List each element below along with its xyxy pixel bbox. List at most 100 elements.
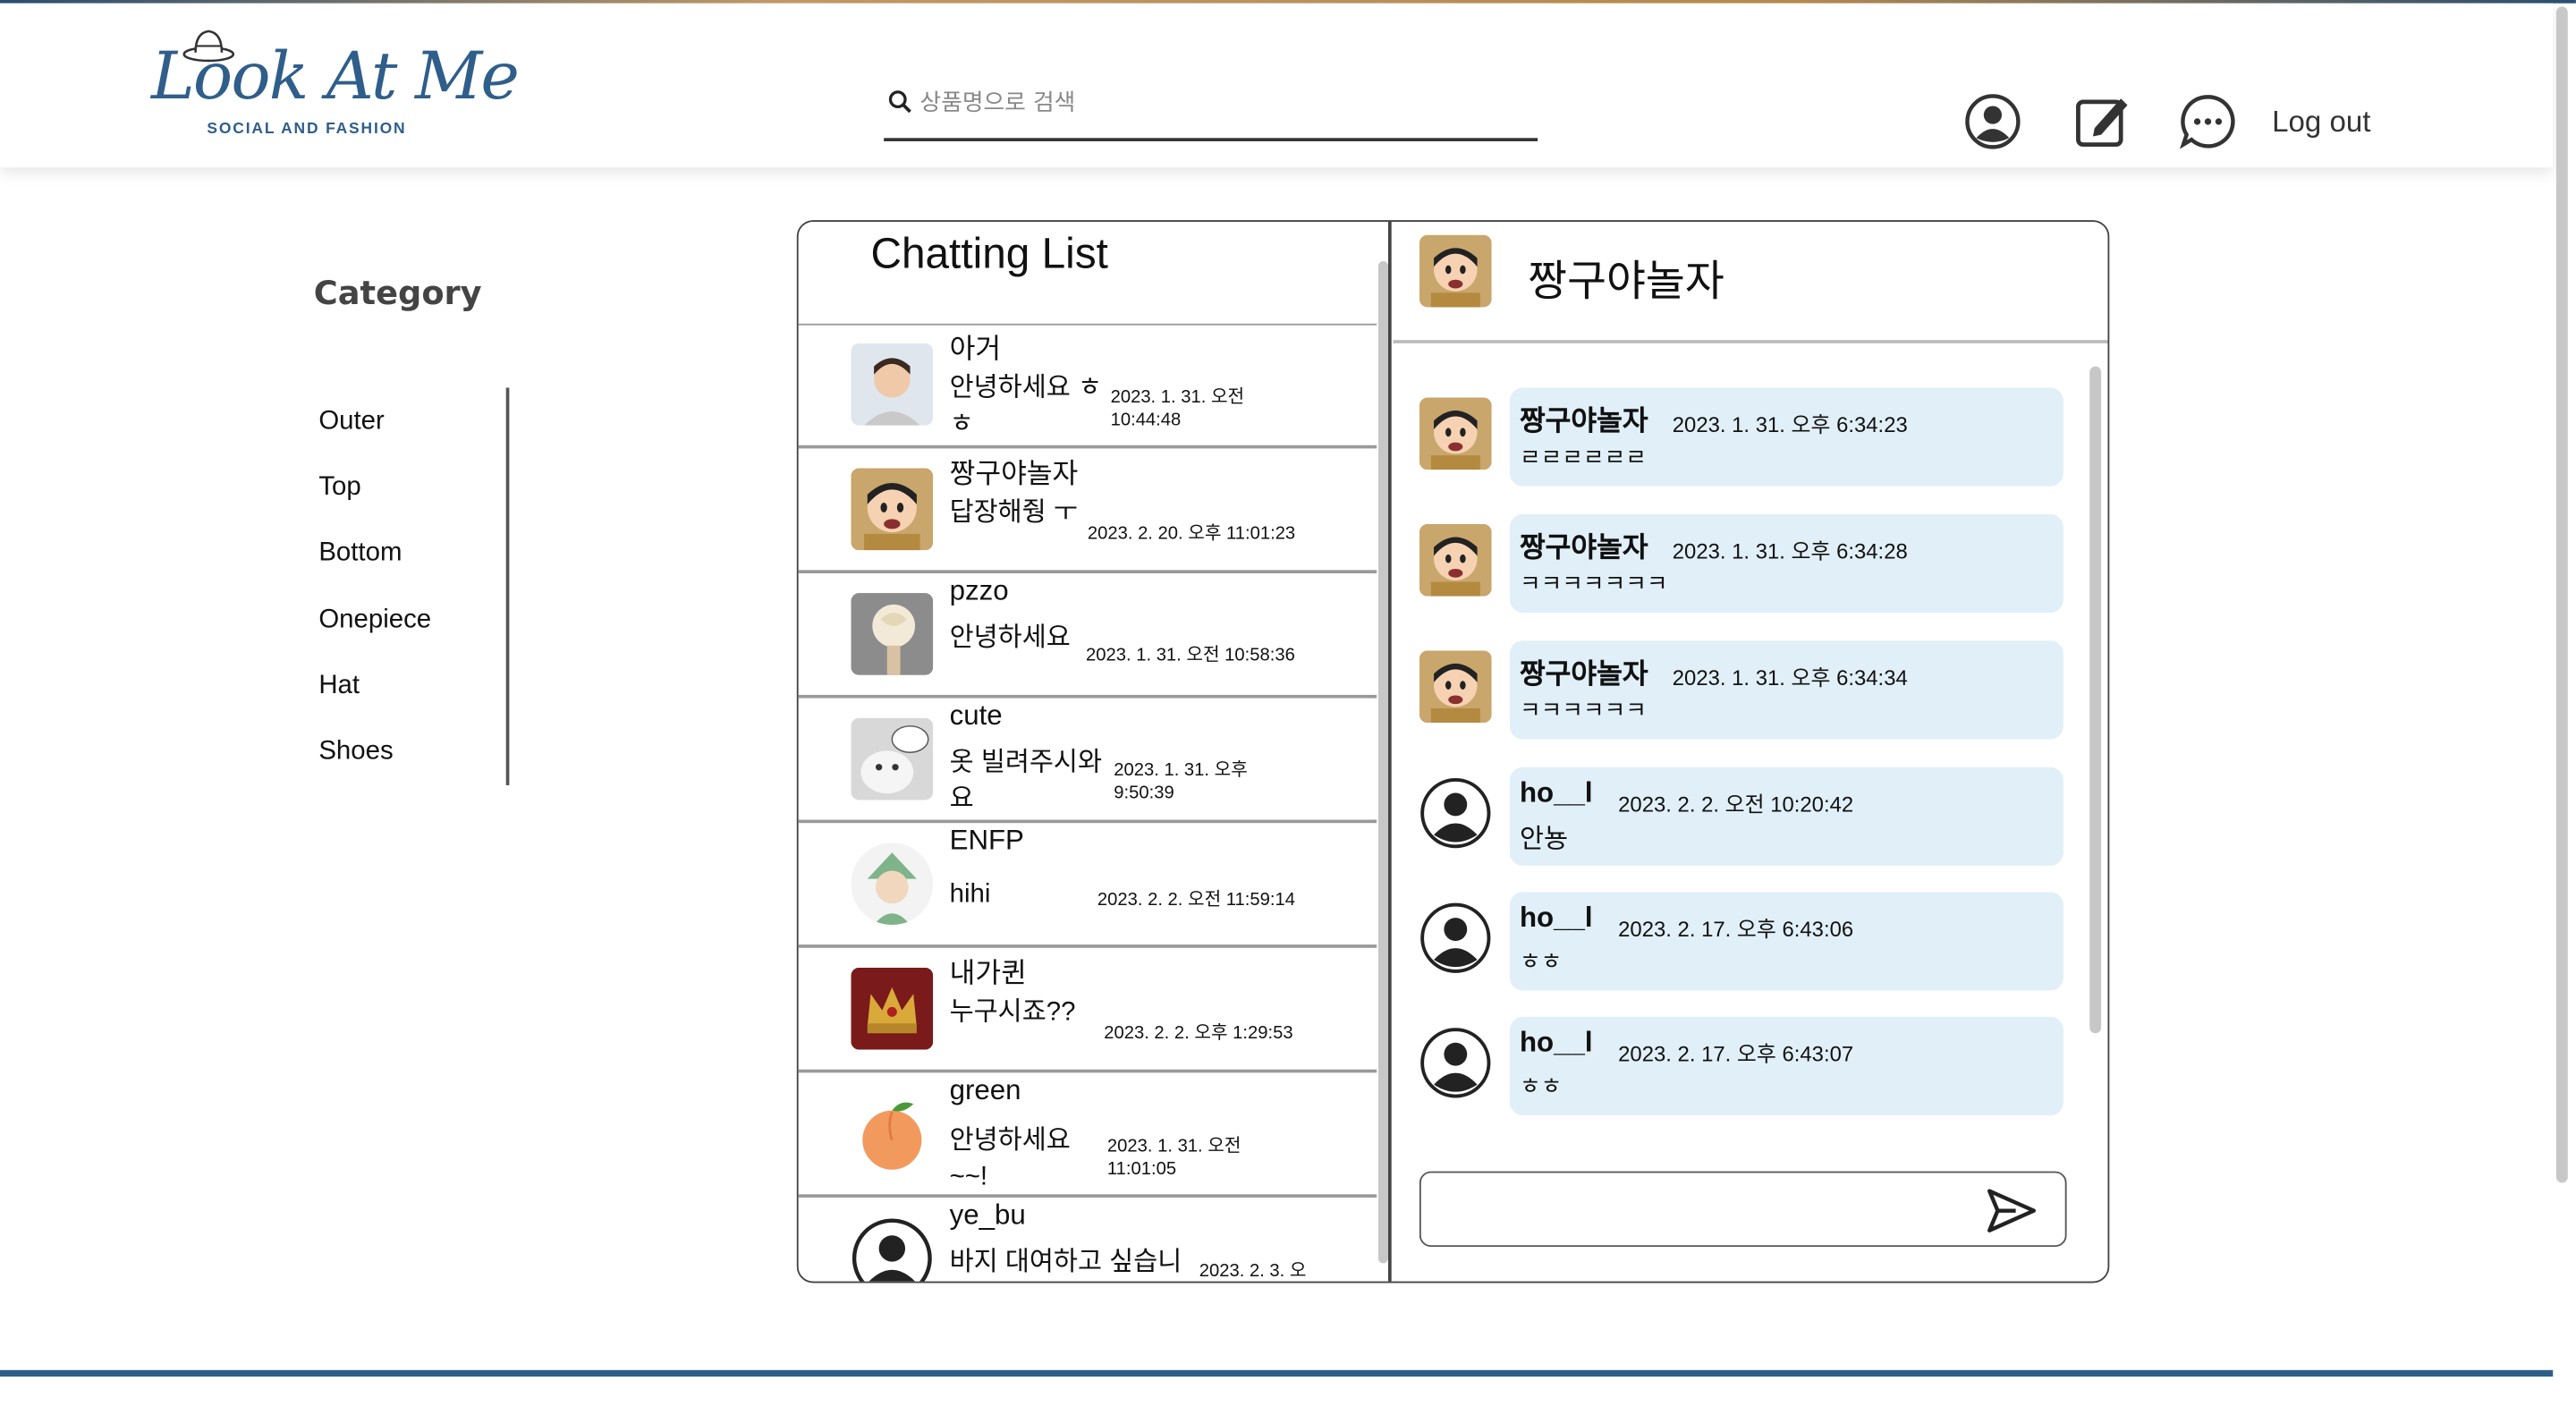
avatar [1419,234,1492,308]
chat-list-item[interactable]: cute 옷 빌려주시와요 2023. 1. 31. 오후 9:50:39 [798,699,1377,824]
last-message: 안녕하세요 ㅎㅎ [949,374,1102,439]
chat-room-title: 짱구야놀자 [1528,256,1724,306]
chat-list-item[interactable]: green 안녕하세요~~! 2023. 1. 31. 오전 11:01:05 [798,1074,1377,1198]
chat-partner-name: pzzo [949,574,1009,606]
message-sender: ho__l [1519,1026,1593,1058]
chat-partner-name: ENFP [949,825,1024,856]
paper-plane-icon[interactable] [1983,1182,2038,1238]
chat-room-scrollbar[interactable] [2089,366,2103,1136]
message-text: ㅋㅋㅋㅋㅋㅋ [1519,696,1647,724]
message-time: 2023. 1. 31. 오후 6:34:23 [1672,412,1908,437]
category-title: Category [313,272,482,312]
chat-panel: Chatting List 아거 안녕하세요 ㅎㅎ 2023. 1. 31. 오… [796,220,2110,1283]
message-bubble: 짱구야놀자 2023. 1. 31. 오후 6:34:23 ㄹㄹㄹㄹㄹㄹ [1509,387,2063,487]
last-message: 옷 빌려주시와요 [949,749,1102,814]
header: Look At Me SOCIAL AND FASHION Log out [0,3,2554,168]
chat-list-scrollbar[interactable] [1377,261,1389,1280]
logo[interactable]: Look At Me SOCIAL AND FASHION [151,26,520,144]
avatar [851,717,934,800]
message-sender: ho__l [1519,902,1593,934]
chat-list: Chatting List 아거 안녕하세요 ㅎㅎ 2023. 1. 31. 오… [798,221,1392,1282]
search-input[interactable] [919,81,1529,125]
avatar [851,843,934,926]
page: Look At Me SOCIAL AND FASHION Log out [0,0,2576,1406]
chat-message: 짱구야놀자 2023. 1. 31. 오후 6:34:28 ㅋㅋㅋㅋㅋㅋㅋ [1419,513,2063,614]
chat-message: ho__l 2023. 2. 17. 오후 6:43:07 ㅎㅎ [1419,1016,2063,1116]
message-time: 2023. 1. 31. 오후 6:34:34 [1672,665,1908,690]
message-time: 2023. 2. 2. 오전 10:20:42 [1618,792,1854,817]
message-time: 2023. 2. 20. 오후 11:01:23 [1087,523,1296,544]
category-item-outer[interactable]: Outer [318,408,384,437]
chat-message: 짱구야놀자 2023. 1. 31. 오후 6:34:34 ㅋㅋㅋㅋㅋㅋ [1419,640,2063,740]
user-circle-icon[interactable] [1963,92,2022,151]
message-text: ㅎㅎ [1519,1072,1563,1099]
chat-room-header: 짱구야놀자 [1393,222,2108,343]
avatar [851,1092,934,1175]
message-time: 2023. 2. 17. 오후 6:43:06 [1618,916,1854,942]
avatar [1419,777,1492,850]
message-sender: ho__l [1519,776,1593,809]
message-bubble: 짱구야놀자 2023. 1. 31. 오후 6:34:28 ㅋㅋㅋㅋㅋㅋㅋ [1509,513,2063,614]
footer-divider [0,1369,2554,1377]
message-time: 2023. 2. 2. 오전 11:59:14 [1097,890,1295,911]
last-message: 안녕하세요~~! [949,1126,1071,1191]
category-item-onepiece[interactable]: Onepiece [318,606,431,636]
category-item-top[interactable]: Top [318,473,360,503]
chat-message: ho__l 2023. 2. 17. 오후 6:43:06 ㅎㅎ [1419,892,2063,991]
avatar [1419,650,1492,724]
chat-partner-name: 짱구야놀자 [949,458,1079,490]
message-text: ㄹㄹㄹㄹㄹㄹ [1519,443,1647,470]
category-item-hat[interactable]: Hat [318,672,360,701]
chat-list-item[interactable]: 짱구야놀자 답장해줭 ㅜ 2023. 2. 20. 오후 11:01:23 [798,450,1377,574]
chat-partner-name: 내가퀸 [949,957,1027,989]
message-time: 2023. 1. 31. 오전 11:01:05 [1106,1136,1241,1180]
page-scrollbar[interactable] [2555,0,2571,1183]
message-sender: 짱구야놀자 [1519,405,1648,437]
message-bubble: ho__l 2023. 2. 2. 오전 10:20:42 안뇽 [1509,767,2063,866]
avatar [1419,1027,1492,1099]
avatar [851,593,934,675]
message-time: 2023. 2. 3. 오후 1:18:22 [1199,1261,1307,1282]
search-icon [888,90,911,114]
message-composer [1419,1171,2067,1248]
message-bubble: 짱구야놀자 2023. 1. 31. 오후 6:34:34 ㅋㅋㅋㅋㅋㅋ [1509,640,2063,740]
last-message: hihi [949,880,991,909]
chat-list-item[interactable]: 아거 안녕하세요 ㅎㅎ 2023. 1. 31. 오전 10:44:48 [798,326,1377,449]
last-message: 바지 대여하고 싶습니다 [949,1248,1182,1277]
avatar [851,967,934,1050]
search-bar [884,75,1538,141]
logout-button[interactable]: Log out [2272,106,2370,140]
avatar [851,1217,933,1282]
chat-partner-name: cute [949,699,1003,732]
edit-icon[interactable] [2072,92,2131,151]
chat-bubble-icon[interactable] [2178,92,2237,151]
message-text: ㅎㅎ [1519,947,1563,975]
message-sender: 짱구야놀자 [1519,658,1648,690]
message-time: 2023. 1. 31. 오전 10:58:36 [1086,645,1295,665]
message-input[interactable] [1437,1186,1963,1232]
chat-list-item[interactable]: pzzo 안녕하세요 2023. 1. 31. 오전 10:58:36 [798,574,1377,699]
chat-list-item[interactable]: ye_bu 바지 대여하고 싶습니다 2023. 2. 3. 오후 1:18:2… [799,1199,1377,1282]
chat-partner-name: green [949,1074,1021,1106]
message-time: 2023. 2. 17. 오후 6:43:07 [1618,1041,1854,1067]
logo-text: Look At Me [150,39,520,115]
message-sender: 짱구야놀자 [1519,532,1648,563]
message-time: 2023. 2. 2. 오후 1:29:53 [1104,1023,1293,1044]
avatar [1419,397,1492,470]
message-time: 2023. 1. 31. 오후 6:34:28 [1672,538,1908,563]
category-item-shoes[interactable]: Shoes [318,738,393,767]
chat-message: ho__l 2023. 2. 2. 오전 10:20:42 안뇽 [1419,767,2063,866]
message-text: ㅋㅋㅋㅋㅋㅋㅋ [1519,570,1668,597]
avatar [851,343,934,426]
message-time: 2023. 1. 31. 오전 10:44:48 [1110,387,1245,431]
message-time: 2023. 1. 31. 오후 9:50:39 [1114,760,1248,804]
category-list: Outer Top Bottom Onepiece Hat Shoes [318,387,510,785]
message-text: 안뇽 [1519,826,1569,855]
avatar [1419,523,1492,597]
avatar [1419,902,1492,974]
chat-list-item[interactable]: ENFP hihi 2023. 2. 2. 오전 11:59:14 [798,825,1377,948]
category-item-bottom[interactable]: Bottom [318,538,402,568]
message-bubble: ho__l 2023. 2. 17. 오후 6:43:07 ㅎㅎ [1509,1016,2063,1116]
message-bubble: ho__l 2023. 2. 17. 오후 6:43:06 ㅎㅎ [1509,892,2063,991]
chat-list-item[interactable]: 내가퀸 누구시죠?? 2023. 2. 2. 오후 1:29:53 [798,950,1377,1073]
